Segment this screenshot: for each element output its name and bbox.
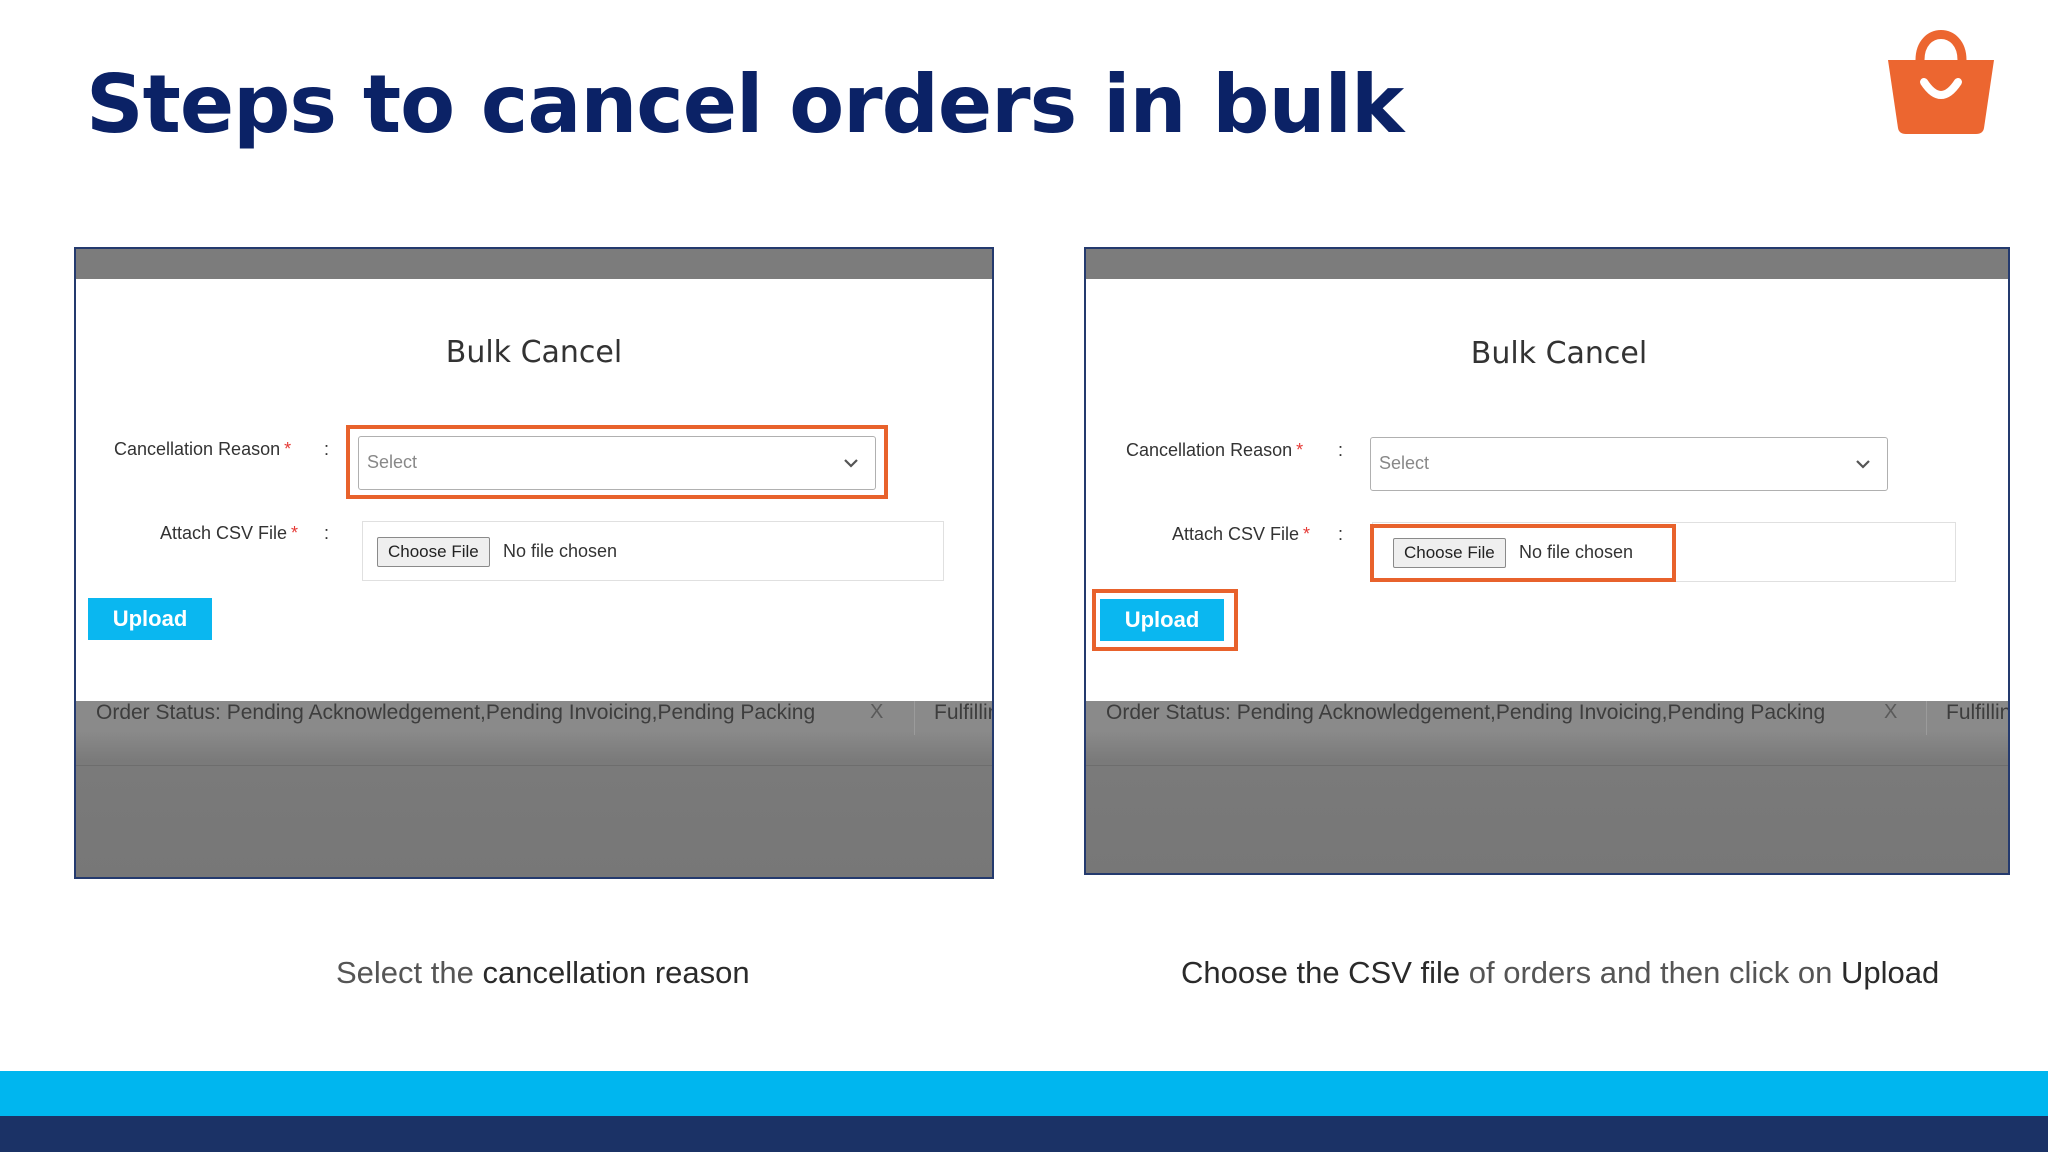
modal-title: Bulk Cancel [445, 335, 623, 370]
fulfillment-filter: Fulfillin [934, 701, 994, 724]
label-colon: : [1338, 524, 1344, 544]
divider [1926, 701, 1927, 735]
cancellation-reason-label: Cancellation Reason * [1126, 440, 1304, 460]
attach-csv-label: Attach CSV File * [160, 523, 299, 543]
modal-backdrop-bar [76, 249, 992, 279]
select-placeholder: Select [1379, 453, 1430, 473]
backdrop-overlay: Order Status: Pending Acknowledgement,Pe… [76, 701, 992, 877]
highlight-box-upload [1092, 589, 1238, 651]
chevron-down-icon [1856, 460, 1870, 469]
highlight-box-reason [346, 425, 888, 499]
file-input-area: Choose File No file chosen [362, 521, 944, 581]
fulfillment-filter: Fulfillin [1946, 701, 2010, 724]
divider [1086, 765, 2008, 766]
attach-csv-label: Attach CSV File * [1172, 524, 1311, 544]
order-status-filter: Order Status: Pending Acknowledgement,Pe… [96, 701, 816, 724]
caption-step-1: Select the cancellation reason [336, 955, 750, 990]
footer-band-dark [0, 1116, 2048, 1152]
shopping-bag-icon [1888, 30, 1994, 134]
footer-band-light [0, 1071, 2048, 1116]
highlight-box-choose-file [1370, 524, 1676, 582]
label-colon: : [1338, 440, 1344, 460]
backdrop-overlay: Order Status: Pending Acknowledgement,Pe… [1086, 701, 2008, 873]
upload-button[interactable]: Upload [88, 598, 212, 640]
screenshot-panel-upload: Bulk Cancel Cancellation Reason * : Selec… [1084, 247, 2010, 875]
label-colon: : [324, 523, 330, 543]
close-filter-icon[interactable]: X [870, 701, 883, 724]
modal-title: Bulk Cancel [1470, 336, 1648, 371]
choose-file-button[interactable]: Choose File [377, 537, 490, 567]
divider [914, 701, 915, 735]
label-colon: : [324, 439, 330, 459]
cancellation-reason-select[interactable]: Select [1370, 437, 1888, 491]
caption-step-2: Choose the CSV file of orders and then c… [1181, 955, 1940, 990]
close-filter-icon[interactable]: X [1884, 701, 1897, 724]
modal-backdrop-bar [1086, 249, 2008, 279]
divider [76, 765, 992, 766]
screenshot-panel-select-reason: Bulk Cancel Cancellation Reason * : Selec… [74, 247, 994, 879]
order-status-filter: Order Status: Pending Acknowledgement,Pe… [1106, 701, 1826, 724]
cancellation-reason-label: Cancellation Reason * [114, 439, 292, 459]
slide-title: Steps to cancel orders in bulk [86, 58, 1404, 151]
no-file-text: No file chosen [503, 541, 618, 561]
